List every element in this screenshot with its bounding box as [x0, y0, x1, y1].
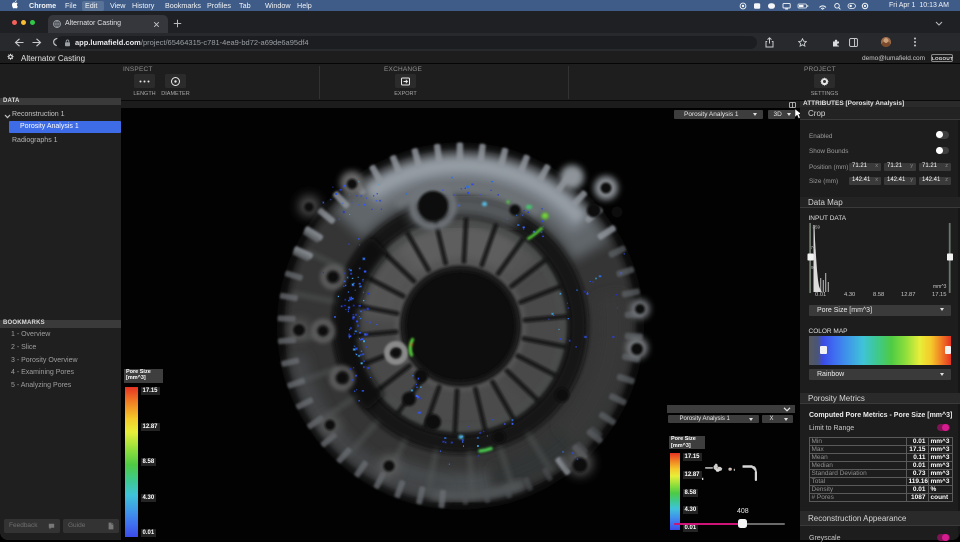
svg-text:359: 359 — [813, 224, 821, 229]
svg-text:76: 76 — [811, 245, 817, 250]
svg-text:mm^3: mm^3 — [933, 284, 947, 290]
